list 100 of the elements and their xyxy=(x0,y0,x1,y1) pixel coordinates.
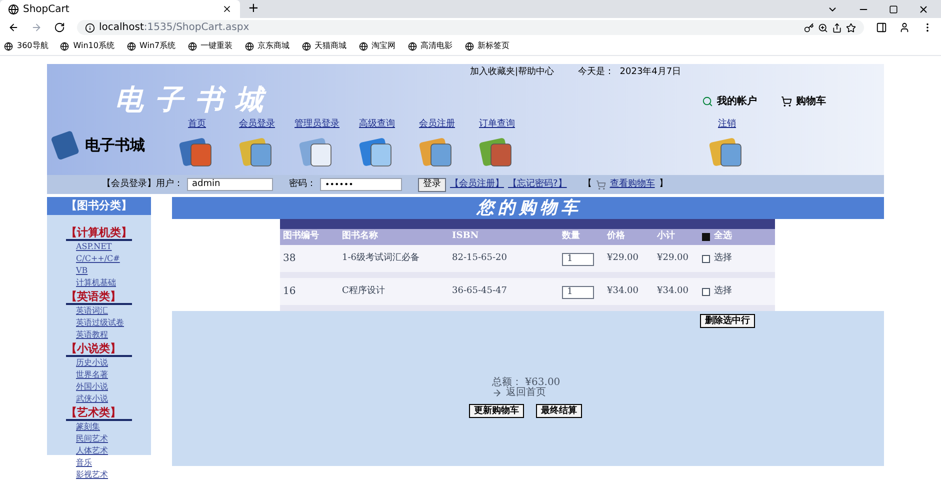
category-link[interactable]: 计算机基础 xyxy=(76,277,132,289)
login-label: 【会员登录】用户： xyxy=(102,178,183,191)
bookmark-item[interactable]: 高清电影 xyxy=(408,40,453,52)
category-link[interactable]: 世界名著 xyxy=(76,369,132,381)
table-cell-text: 36-65-45-47 xyxy=(452,284,508,298)
category-link[interactable]: 武侠小说 xyxy=(76,393,132,405)
nav-link[interactable]: 高级查询 xyxy=(359,118,395,132)
password-field[interactable]: •••••• xyxy=(320,178,402,191)
site-logo-text: 电子书城 xyxy=(85,134,145,156)
back-home-link[interactable]: 返回首页 xyxy=(506,388,546,398)
table-cell-text: ¥34.00 xyxy=(607,284,640,298)
column-header: ISBN xyxy=(452,230,480,244)
column-header: 图书编号 xyxy=(282,230,320,244)
category-link[interactable]: 民间艺术 xyxy=(76,433,132,445)
zoom-icon[interactable] xyxy=(818,22,828,32)
category-link[interactable]: C/C++/C# xyxy=(76,253,132,265)
category-link[interactable]: 篆刻集 xyxy=(76,421,132,433)
cart-link[interactable]: 购物车 xyxy=(781,94,826,109)
bookmark-item[interactable]: 新标签页 xyxy=(464,40,510,52)
category-link[interactable]: VB xyxy=(76,265,132,277)
cart-title-bar: 您的购物车 xyxy=(172,197,884,219)
table-cell-text: C程序设计 xyxy=(342,284,386,298)
cart-icon xyxy=(781,96,792,107)
category-link[interactable]: 英语教程 xyxy=(76,329,132,341)
key-icon[interactable] xyxy=(804,22,814,32)
top-links[interactable]: 加入收藏夹|帮助中心 xyxy=(462,66,562,80)
update-cart-button[interactable]: 更新购物车 xyxy=(469,404,524,418)
login-button[interactable]: 登录 xyxy=(418,178,446,192)
sidebar-title: 【图书分类】 xyxy=(47,197,151,215)
search-icon xyxy=(702,96,713,107)
password-label: 密码： xyxy=(289,178,316,191)
table-cell-text: 16 xyxy=(282,285,297,299)
bookmark-item[interactable]: Win7系统 xyxy=(126,40,176,52)
checkout-button[interactable]: 最终结算 xyxy=(536,404,582,418)
back-icon[interactable] xyxy=(8,22,19,33)
profile-icon[interactable] xyxy=(899,22,910,33)
text-link[interactable]: 【会员注册】 xyxy=(450,178,504,192)
table-cell-text: ¥29.00 xyxy=(607,252,640,265)
column-header: 价格 xyxy=(607,230,626,244)
table-cell-text: 1-6级考试词汇必备 xyxy=(342,252,420,265)
category-link[interactable]: 英语词汇 xyxy=(76,305,132,317)
forward-icon[interactable] xyxy=(31,22,42,33)
category-link[interactable]: 影视艺术 xyxy=(76,469,132,481)
view-cart-link[interactable]: 查看购物车 xyxy=(610,178,655,192)
total-amount: 总额： ¥63.00 xyxy=(492,378,562,388)
table-cell-text: ¥29.00 xyxy=(657,252,690,265)
select-checkbox[interactable]: 选择 xyxy=(702,284,732,298)
close-icon[interactable] xyxy=(222,4,232,14)
category-link[interactable]: 外国小说 xyxy=(76,381,132,393)
nav-link[interactable]: 会员注册 xyxy=(419,118,455,132)
category-link[interactable]: 人体艺术 xyxy=(76,445,132,457)
date-text: 今天是： 2023年4月7日 xyxy=(577,66,682,80)
bracket-text: 【 xyxy=(582,178,592,191)
bracket-text: 】 xyxy=(658,178,668,191)
maximize-icon[interactable] xyxy=(889,4,898,14)
category-heading[interactable]: 【艺术类】 xyxy=(66,407,132,421)
category-heading[interactable]: 【计算机类】 xyxy=(66,227,132,241)
cart-icon xyxy=(596,180,606,190)
bookmark-item[interactable]: 淘宝网 xyxy=(358,40,396,52)
url-text: localhost:1535/ShopCart.aspx xyxy=(99,21,250,35)
column-header: 图书名称 xyxy=(342,230,379,244)
column-header: 小计 xyxy=(657,230,676,244)
category-heading[interactable]: 【小说类】 xyxy=(66,343,132,357)
category-heading[interactable]: 【英语类】 xyxy=(66,291,132,305)
category-link[interactable]: 英语过级试卷 xyxy=(76,317,132,329)
text-link[interactable]: 【忘记密码?】 xyxy=(508,178,567,192)
bookmark-item[interactable]: 天猫商城 xyxy=(302,40,347,52)
info-icon xyxy=(85,22,95,32)
nav-link[interactable]: 管理员登录 xyxy=(294,118,340,132)
browser-tab[interactable]: ShopCart xyxy=(0,0,240,18)
side-panel-icon[interactable] xyxy=(876,22,887,33)
table-cell-text: 82-15-65-20 xyxy=(452,252,508,265)
table-cell-text: 38 xyxy=(282,252,297,266)
category-link[interactable]: 历史小说 xyxy=(76,357,132,369)
nav-link[interactable]: 首页 xyxy=(188,118,206,132)
table-cell-text: ¥34.00 xyxy=(657,284,690,298)
quantity-field[interactable]: 1 xyxy=(562,286,594,300)
select-checkbox[interactable]: 选择 xyxy=(702,252,732,266)
reload-icon[interactable] xyxy=(54,22,65,33)
star-icon[interactable] xyxy=(846,22,856,32)
column-header: 数量 xyxy=(562,230,581,244)
category-link[interactable]: 音乐 xyxy=(76,457,132,469)
new-tab-button[interactable]: + xyxy=(240,0,267,18)
account-link[interactable]: 我的帐户 xyxy=(702,94,757,109)
category-link[interactable]: ASP.NET xyxy=(76,241,132,253)
nav-link[interactable]: 订单查询 xyxy=(479,118,515,132)
share-icon[interactable] xyxy=(832,22,842,32)
arrow-icon xyxy=(492,388,502,398)
nav-link[interactable]: 会员登录 xyxy=(239,118,275,132)
bookmark-item[interactable]: Win10系统 xyxy=(60,40,114,52)
nav-link[interactable]: 注销 xyxy=(718,118,736,132)
address-bar[interactable]: localhost:1535/ShopCart.aspx xyxy=(77,20,864,35)
bookmark-item[interactable]: 京东商城 xyxy=(244,40,290,52)
username-field[interactable]: admin xyxy=(187,178,273,191)
quantity-field[interactable]: 1 xyxy=(562,253,594,266)
close-icon[interactable] xyxy=(918,4,929,14)
bookmark-item[interactable]: 一键重装 xyxy=(188,40,233,52)
bookmark-item[interactable]: 360导航 xyxy=(4,40,48,52)
banner-title: 电子书城 xyxy=(115,82,275,118)
delete-selected-button[interactable]: 删除选中行 xyxy=(700,314,755,328)
